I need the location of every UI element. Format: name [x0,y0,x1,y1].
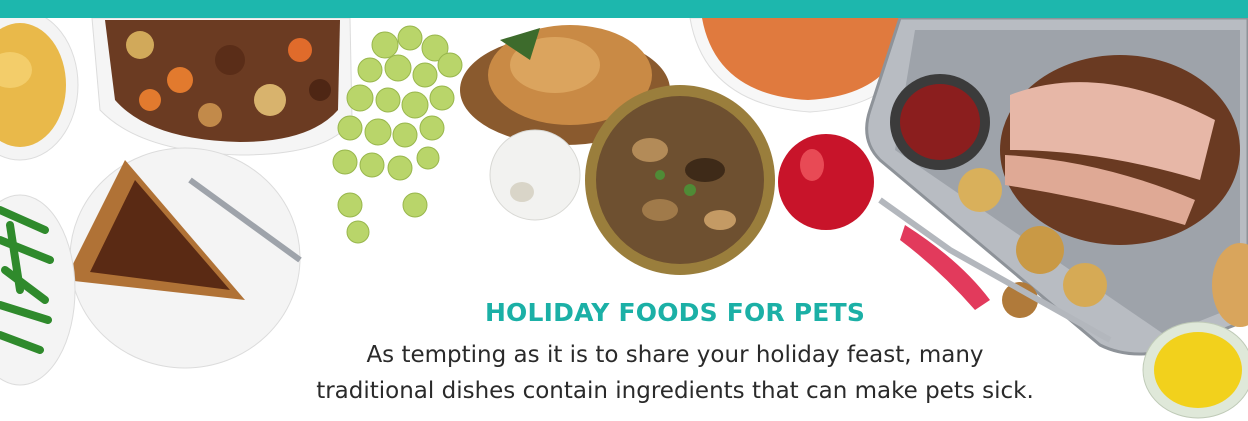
green-grapes [332,25,463,244]
green-beans [0,194,76,386]
banner-title: HOLIDAY FOODS FOR PETS [484,298,866,327]
macaroni-and-cheese [0,18,79,161]
top-accent-bar [0,0,1248,18]
banner-description: As tempting as it is to share your holid… [150,337,1200,409]
caption-block: HOLIDAY FOODS FOR PETS As tempting as it… [150,298,1200,409]
garlic [489,129,581,221]
red-apple [778,134,874,230]
ketchup [890,74,990,170]
description-line-2: traditional dishes contain ingredients t… [316,378,1034,404]
mushrooms [585,85,775,275]
beef-stew [91,18,353,156]
description-line-1: As tempting as it is to share your holid… [366,342,984,368]
